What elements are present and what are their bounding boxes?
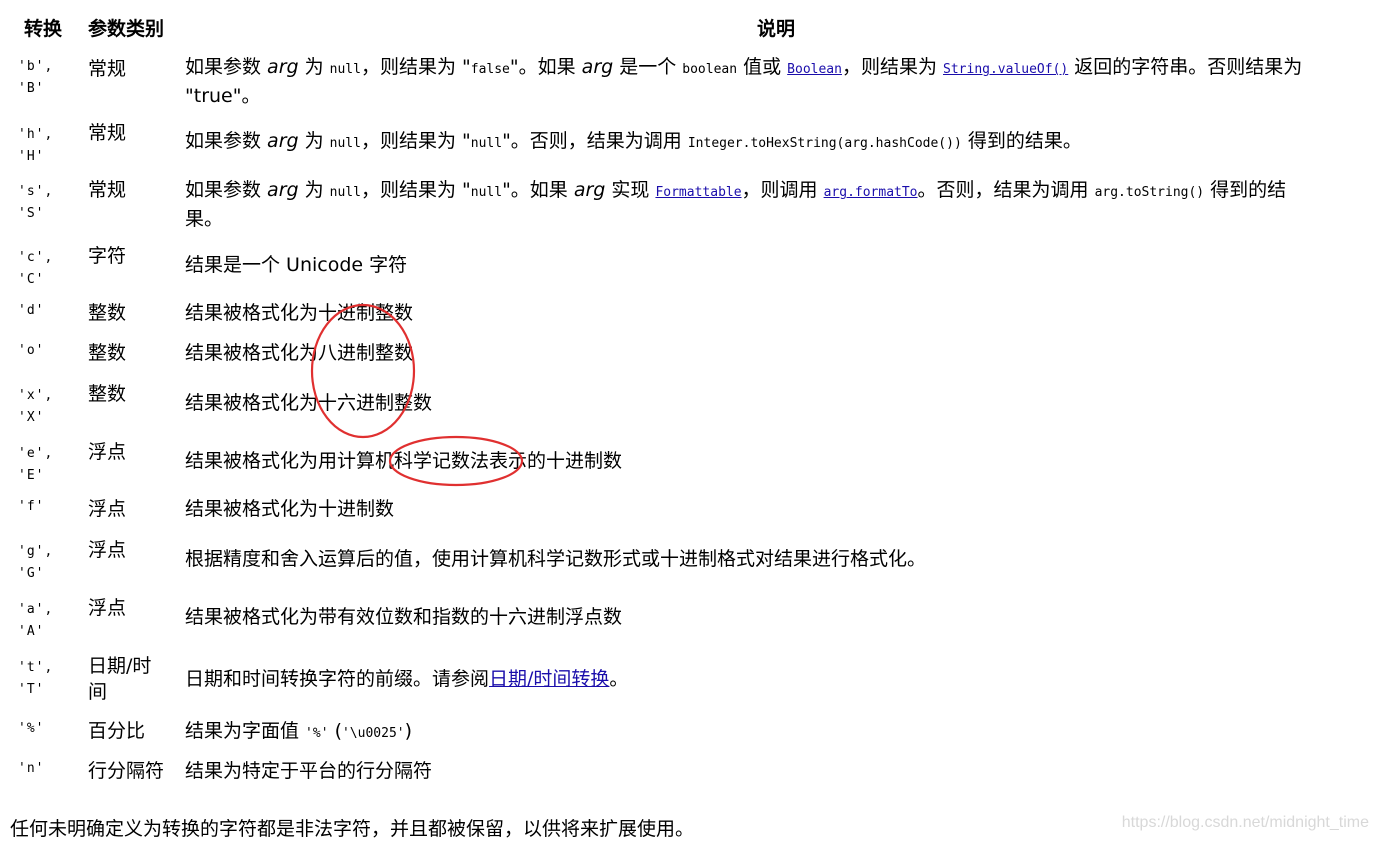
category: 浮点 [88, 539, 127, 561]
description: 如果参数 arg 为 null，则结果为 "false"。如果 arg 是一个 … [185, 56, 1303, 107]
conversion-chars: 't', 'T' [18, 660, 54, 697]
conversion-chars: 'g', 'G' [18, 544, 54, 581]
header-conversion: 转换 [24, 18, 63, 40]
category: 浮点 [88, 498, 127, 520]
description: 结果被格式化为十进制整数 [185, 302, 414, 324]
conversion-chars: 'd' [18, 303, 45, 318]
description: 结果被格式化为用计算机科学记数法表示的十进制数 [185, 450, 623, 472]
category: 常规 [88, 179, 127, 201]
date-time-conversion-link[interactable]: 日期/时间转换 [489, 668, 609, 690]
category: 整数 [88, 342, 127, 364]
category: 百分比 [88, 720, 146, 742]
conversion-chars: 'c', 'C' [18, 250, 54, 287]
category: 整数 [88, 302, 127, 324]
conversion-chars: 'n' [18, 761, 45, 776]
description: 结果被格式化为十六进制整数 [185, 392, 433, 414]
conversion-chars: 'o' [18, 343, 45, 358]
formattable-link[interactable]: Formattable [655, 185, 741, 200]
category: 浮点 [88, 597, 127, 619]
conversion-chars: 'f' [18, 499, 45, 514]
string-valueof-link[interactable]: String.valueOf() [943, 62, 1068, 77]
category: 常规 [88, 58, 127, 80]
header-category: 参数类别 [88, 18, 165, 40]
header-description: 说明 [757, 18, 796, 40]
description: 日期和时间转换字符的前缀。请参阅日期/时间转换。 [185, 668, 629, 690]
description: 根据精度和舍入运算后的值，使用计算机科学记数形式或十进制格式对结果进行格式化。 [185, 548, 927, 570]
conversion-chars: 's', 'S' [18, 184, 54, 221]
annotation-overlay [310, 303, 524, 487]
description: 结果是一个 Unicode 字符 [185, 254, 408, 276]
conversion-chars: 'a', 'A' [18, 602, 54, 639]
conversion-chars: 'b', 'B' [18, 59, 54, 96]
conversion-chars: 'e', 'E' [18, 446, 54, 483]
watermark: https://blog.csdn.net/midnight_time [1121, 814, 1369, 831]
description: 结果为特定于平台的行分隔符 [185, 760, 433, 782]
conversion-chars: '%' [18, 721, 45, 736]
description: 如果参数 arg 为 null，则结果为 "null"。如果 arg 实现 Fo… [185, 179, 1287, 230]
formatto-link[interactable]: arg.formatTo [824, 185, 918, 200]
conversion-chars: 'h', 'H' [18, 127, 54, 164]
category: 字符 [88, 245, 127, 267]
description: 如果参数 arg 为 null，则结果为 "null"。否则，结果为调用 Int… [185, 130, 1082, 152]
category: 日期/时 间 [88, 655, 152, 703]
description: 结果被格式化为十进制数 [185, 498, 395, 520]
description: 结果为字面值 '%' ('\u0025') [185, 720, 413, 742]
category: 浮点 [88, 441, 127, 463]
conversion-chars: 'x', 'X' [18, 388, 54, 425]
footer-note: 任何未明确定义为转换的字符都是非法字符，并且都被保留，以供将来扩展使用。 [10, 818, 695, 840]
category: 行分隔符 [88, 760, 165, 782]
boolean-link[interactable]: Boolean [787, 62, 842, 77]
description: 结果被格式化为带有效位数和指数的十六进制浮点数 [185, 606, 623, 628]
category: 整数 [88, 383, 127, 405]
category: 常规 [88, 122, 127, 144]
description: 结果被格式化为八进制整数 [185, 342, 414, 364]
